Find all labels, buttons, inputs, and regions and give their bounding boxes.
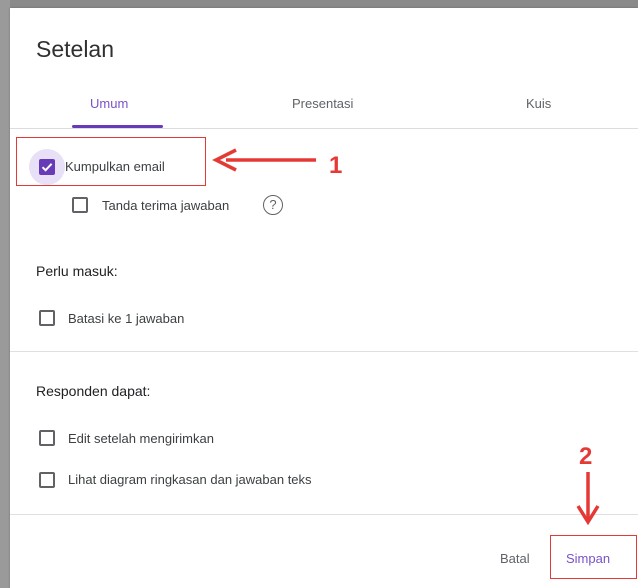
screenshot-frame: Setelan Umum Presentasi Kuis Kumpulkan e…	[0, 0, 638, 588]
see-summary-charts-checkbox[interactable]	[39, 472, 55, 488]
window-edge-left	[0, 0, 10, 588]
limit-one-response-label: Batasi ke 1 jawaban	[68, 311, 185, 326]
section-divider	[10, 351, 638, 352]
annotation-arrow-left-icon	[212, 148, 316, 172]
tab-umum[interactable]: Umum	[90, 96, 128, 111]
help-icon[interactable]: ?	[263, 195, 283, 215]
annotation-highlight-box-2	[550, 535, 637, 579]
tab-kuis[interactable]: Kuis	[526, 96, 551, 111]
settings-dialog: Setelan Umum Presentasi Kuis Kumpulkan e…	[10, 8, 638, 588]
footer-divider	[10, 514, 638, 515]
annotation-number-2: 2	[579, 443, 593, 470]
edit-after-submit-label: Edit setelah mengirimkan	[68, 431, 214, 446]
see-summary-charts-label: Lihat diagram ringkasan dan jawaban teks	[68, 472, 312, 487]
section-heading-requires-signin: Perlu masuk:	[36, 263, 118, 279]
dialog-title: Setelan	[36, 36, 115, 62]
annotation-arrow-down-icon	[576, 472, 600, 526]
window-edge-top	[0, 0, 638, 8]
section-heading-respondents-can: Responden dapat:	[36, 383, 151, 399]
response-receipts-label: Tanda terima jawaban	[102, 198, 230, 213]
annotation-highlight-box-1	[16, 137, 206, 186]
tab-presentasi[interactable]: Presentasi	[292, 96, 353, 111]
limit-one-response-checkbox[interactable]	[39, 310, 55, 326]
tabs-divider	[10, 128, 638, 129]
cancel-button[interactable]: Batal	[500, 551, 530, 566]
response-receipts-checkbox[interactable]	[72, 197, 88, 213]
annotation-number-1: 1	[329, 152, 343, 179]
edit-after-submit-checkbox[interactable]	[39, 430, 55, 446]
